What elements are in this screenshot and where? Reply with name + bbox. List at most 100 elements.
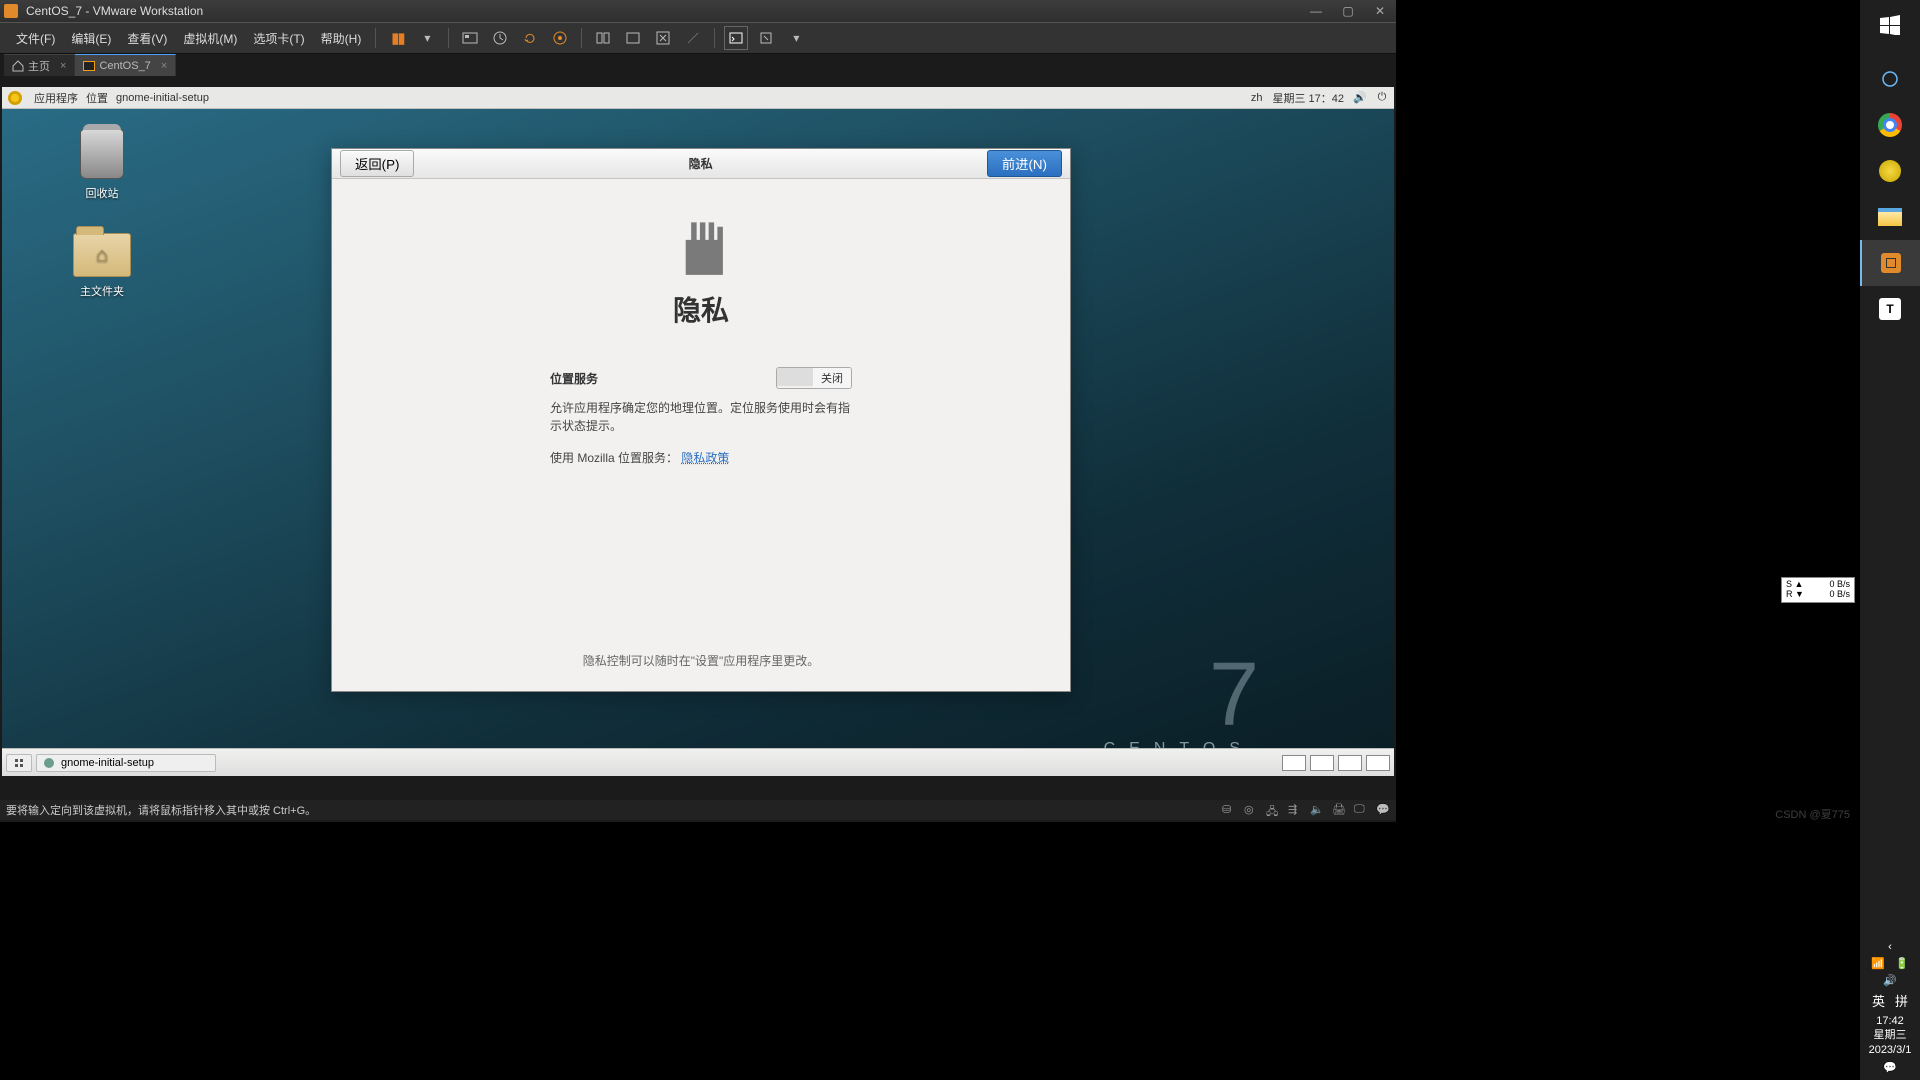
trash-label: 回收站 <box>86 185 119 201</box>
start-button[interactable] <box>1860 0 1920 50</box>
workspace-3[interactable] <box>1338 755 1362 771</box>
revert-button[interactable] <box>518 26 542 50</box>
device-sound-icon[interactable]: 🔈 <box>1310 803 1324 817</box>
menu-file[interactable]: 文件(F) <box>8 30 63 47</box>
tray-notifications-icon[interactable]: 💬 <box>1883 1061 1897 1074</box>
menu-help[interactable]: 帮助(H) <box>313 30 370 47</box>
view-single-button[interactable] <box>591 26 615 50</box>
window-title: CentOS_7 - VMware Workstation <box>26 4 203 18</box>
maximize-button[interactable]: ▢ <box>1332 4 1364 18</box>
places-menu[interactable]: 位置 <box>86 90 108 106</box>
suspend-button[interactable]: ▮▮ <box>385 26 409 50</box>
vmware-titlebar[interactable]: CentOS_7 - VMware Workstation — ▢ ✕ <box>0 0 1396 22</box>
applications-menu[interactable]: 应用程序 <box>34 90 78 106</box>
taskbar-item-label: gnome-initial-setup <box>61 757 154 769</box>
tray-volume-icon[interactable]: 🔊 <box>1883 974 1897 987</box>
message-icon[interactable]: 💬 <box>1376 803 1390 817</box>
input-hint: 要将输入定向到该虚拟机，请将鼠标指针移入其中或按 Ctrl+G。 <box>6 802 316 818</box>
privacy-policy-link[interactable]: 隐私政策 <box>681 451 729 465</box>
send-ctrlaltdel-button[interactable] <box>458 26 482 50</box>
view-multi-button[interactable] <box>621 26 645 50</box>
fullscreen-button[interactable] <box>651 26 675 50</box>
dialog-title: 隐私 <box>414 155 986 172</box>
tray-clock[interactable]: 17:42 星期三 2023/3/1 <box>1869 1014 1912 1057</box>
vm-icon <box>83 61 95 71</box>
home-label: 主文件夹 <box>80 283 124 299</box>
tab-home-label: 主页 <box>28 58 50 74</box>
location-description: 允许应用程序确定您的地理位置。定位服务使用时会有指示状态提示。 <box>550 399 852 435</box>
vmware-icon <box>4 4 18 18</box>
desktop-icons: 回收站 ⌂ 主文件夹 <box>57 129 147 331</box>
menu-edit[interactable]: 编辑(E) <box>63 30 119 47</box>
minimize-button[interactable]: — <box>1300 4 1332 18</box>
close-icon[interactable]: × <box>161 60 167 72</box>
snapshot-button[interactable] <box>488 26 512 50</box>
dialog-heading: 隐私 <box>332 289 1070 329</box>
device-cd-icon[interactable]: ◎ <box>1244 803 1258 817</box>
stretch-button[interactable] <box>754 26 778 50</box>
tab-centos7[interactable]: CentOS_7 × <box>75 54 176 76</box>
device-hdd-icon[interactable]: ⛁ <box>1222 803 1236 817</box>
guest-taskbar: gnome-initial-setup <box>2 748 1394 776</box>
volume-icon[interactable]: 🔊 <box>1354 92 1366 104</box>
console-button[interactable] <box>724 26 748 50</box>
menu-view[interactable]: 查看(V) <box>119 30 175 47</box>
close-button[interactable]: ✕ <box>1364 4 1396 18</box>
dialog-header: 返回(P) 隐私 前进(N) <box>332 149 1070 179</box>
taskbar-vmware-icon[interactable] <box>1860 240 1920 286</box>
activities-icon[interactable] <box>8 91 22 105</box>
current-app-label[interactable]: gnome-initial-setup <box>116 92 209 104</box>
power-dropdown[interactable]: ▾ <box>415 26 439 50</box>
taskbar-text-icon[interactable]: T <box>1860 286 1920 332</box>
menu-tabs[interactable]: 选项卡(T) <box>245 30 312 47</box>
back-button[interactable]: 返回(P) <box>340 150 414 177</box>
vmware-window: CentOS_7 - VMware Workstation — ▢ ✕ 文件(F… <box>0 0 1396 822</box>
power-icon[interactable]: ⏻ <box>1376 92 1388 104</box>
unity-button[interactable] <box>681 26 705 50</box>
stretch-dropdown[interactable]: ▾ <box>784 26 808 50</box>
workspace-1[interactable] <box>1282 755 1306 771</box>
close-icon[interactable]: × <box>60 60 66 72</box>
home-folder-icon[interactable]: ⌂ 主文件夹 <box>57 233 147 299</box>
tray-wifi-icon[interactable]: 📶 <box>1871 957 1885 970</box>
location-service-label: 位置服务 <box>550 370 598 387</box>
ime-mode[interactable]: 拼 <box>1895 991 1908 1010</box>
tab-home[interactable]: 主页 × <box>4 54 75 76</box>
gnome-top-bar: 应用程序 位置 gnome-initial-setup zh 星期三 17：42… <box>2 87 1394 109</box>
device-net-icon[interactable]: 🖧 <box>1266 803 1280 817</box>
clock-label[interactable]: 星期三 17：42 <box>1272 90 1344 106</box>
tray-battery-icon[interactable]: 🔋 <box>1895 957 1909 970</box>
windows-tray: ‹ 📶 🔋 🔊 英 拼 17:42 星期三 2023/3/1 💬 <box>1860 941 1920 1080</box>
net-speed-widget[interactable]: S ▲R ▼ 0 B/s0 B/s <box>1781 577 1855 603</box>
tray-chevron-icon[interactable]: ‹ <box>1888 941 1892 953</box>
guest-display[interactable]: 应用程序 位置 gnome-initial-setup zh 星期三 17：42… <box>2 87 1394 776</box>
device-display-icon[interactable]: 🖵 <box>1354 803 1368 817</box>
vmware-hint-bar: 要将输入定向到该虚拟机，请将鼠标指针移入其中或按 Ctrl+G。 ⛁ ◎ 🖧 ⇶… <box>0 800 1396 820</box>
dialog-footer: 隐私控制可以随时在"设置"应用程序里更改。 <box>332 652 1070 669</box>
privacy-icon <box>666 207 736 277</box>
initial-setup-dialog: 返回(P) 隐私 前进(N) 隐私 位置服务 关闭 <box>331 148 1071 692</box>
device-usb-icon[interactable]: ⇶ <box>1288 803 1302 817</box>
device-printer-icon[interactable]: 🖨 <box>1332 803 1346 817</box>
forward-button[interactable]: 前进(N) <box>987 150 1062 177</box>
tab-centos-label: CentOS_7 <box>99 60 150 72</box>
snapshot-mgr-button[interactable] <box>548 26 572 50</box>
service-prefix: 使用 Mozilla 位置服务： <box>550 451 678 465</box>
taskbar-app-icon[interactable] <box>1860 148 1920 194</box>
location-switch[interactable]: 关闭 <box>776 367 852 389</box>
taskbar-item-setup[interactable]: gnome-initial-setup <box>36 754 216 772</box>
taskbar-explorer-icon[interactable] <box>1860 194 1920 240</box>
taskbar-chrome-icon[interactable] <box>1860 102 1920 148</box>
trash-icon[interactable]: 回收站 <box>57 129 147 201</box>
workspace-2[interactable] <box>1310 755 1334 771</box>
watermark: CSDN @夏775 <box>1775 806 1850 822</box>
menu-vm[interactable]: 虚拟机(M) <box>175 30 245 47</box>
input-lang[interactable]: zh <box>1251 92 1263 104</box>
taskbar-cortana-icon[interactable] <box>1860 56 1920 102</box>
brand-version: 7 <box>1209 650 1259 740</box>
switch-off-label: 关闭 <box>813 368 851 388</box>
ime-lang[interactable]: 英 <box>1872 991 1885 1010</box>
show-desktop-button[interactable] <box>6 754 32 772</box>
vmware-menubar: 文件(F) 编辑(E) 查看(V) 虚拟机(M) 选项卡(T) 帮助(H) ▮▮… <box>0 22 1396 54</box>
workspace-4[interactable] <box>1366 755 1390 771</box>
